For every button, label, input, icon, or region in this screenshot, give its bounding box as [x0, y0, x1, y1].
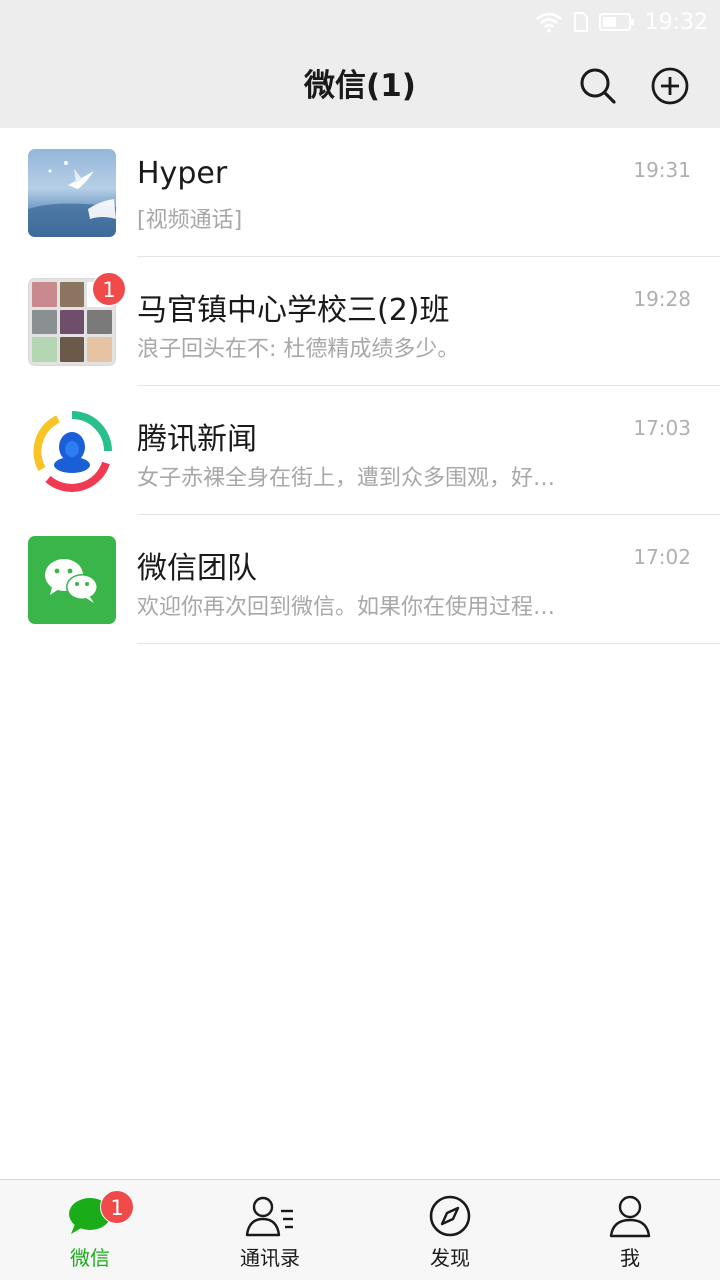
status-bar: 19:32 [0, 0, 720, 44]
plus-circle-icon [651, 67, 689, 105]
chat-time: 17:03 [633, 416, 691, 440]
chat-name: 马官镇中心学校三(2)班 [137, 293, 450, 328]
chat-name: 腾讯新闻 [137, 422, 257, 457]
compass-icon [429, 1195, 471, 1237]
chat-time: 19:28 [633, 287, 691, 311]
chat-name: Hyper [137, 156, 228, 191]
contacts-icon [245, 1196, 293, 1237]
wechat-logo [45, 559, 98, 603]
avatar [28, 536, 116, 624]
chat-preview: 浪子回头在不: 杜德精成绩多少。 [137, 337, 460, 362]
avatar [28, 149, 116, 237]
chat-name: 微信团队 [137, 551, 257, 586]
tab-label: 发现 [430, 1246, 470, 1270]
tencent-news-logo [33, 411, 112, 492]
battery-icon [598, 12, 635, 32]
tab-badge: 1 [100, 1190, 134, 1224]
chat-preview: [视频通话] [137, 208, 243, 233]
person-icon [609, 1195, 651, 1238]
tab-label: 我 [620, 1246, 640, 1270]
tab-bar: 微信 1 通讯录 发现 我 [0, 1179, 720, 1280]
tab-label: 通讯录 [240, 1246, 300, 1270]
chat-time: 19:31 [633, 158, 691, 182]
tab-me[interactable]: 我 [540, 1180, 720, 1280]
chat-item-hyper[interactable]: Hyper [视频通话] 19:31 [0, 128, 720, 257]
tab-chats[interactable]: 微信 1 [0, 1180, 180, 1280]
chat-preview: 女子赤裸全身在街上，遭到众多围观，好… [137, 466, 556, 491]
add-button[interactable] [648, 64, 692, 108]
tab-contacts[interactable]: 通讯录 [180, 1180, 360, 1280]
chat-time: 17:02 [633, 545, 691, 569]
wifi-icon [535, 11, 563, 33]
search-button[interactable] [576, 64, 620, 108]
unread-badge: 1 [92, 272, 126, 306]
tab-label: 微信 [70, 1246, 110, 1270]
header: 微信(1) [0, 44, 720, 128]
chat-list: Hyper [视频通话] 19:31 马官镇中心学校三(2)班 浪子回头在不: … [0, 128, 720, 644]
tab-discover[interactable]: 发现 [360, 1180, 540, 1280]
avatar [28, 407, 116, 495]
sim-icon [573, 11, 589, 33]
chat-preview: 欢迎你再次回到微信。如果你在使用过程… [137, 595, 556, 620]
chat-item-wechat-team[interactable]: 微信团队 欢迎你再次回到微信。如果你在使用过程… 17:02 [0, 515, 720, 644]
status-time: 19:32 [644, 9, 708, 35]
divider [137, 643, 720, 644]
search-icon [580, 68, 616, 104]
chat-item-tencent-news[interactable]: 腾讯新闻 女子赤裸全身在街上，遭到众多围观，好… 17:03 [0, 386, 720, 515]
